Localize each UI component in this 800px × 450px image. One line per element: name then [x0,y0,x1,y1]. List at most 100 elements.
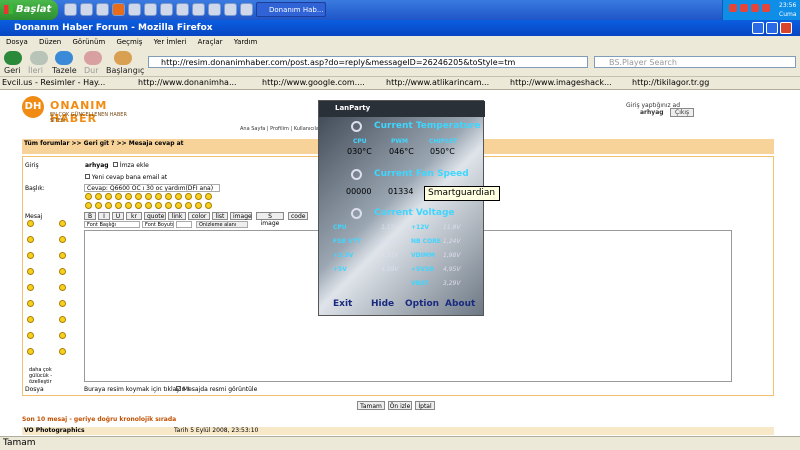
quicklaunch-icon[interactable] [192,3,205,16]
list-button[interactable]: list [212,212,228,220]
quicklaunch-icon[interactable] [240,3,253,16]
back-button[interactable]: Geri [4,66,21,75]
smiley-icon[interactable] [175,193,182,200]
quicklaunch-icon[interactable] [160,3,173,16]
smiley-icon[interactable] [175,202,182,209]
link-button[interactable]: link [168,212,186,220]
taskbar-task[interactable]: Donanım Hab... [256,2,326,17]
maximize-button[interactable] [766,22,778,34]
menu-view[interactable]: Görünüm [72,38,105,46]
forward-button[interactable]: İleri [28,66,43,75]
smiley-icon[interactable] [59,332,66,339]
exit-button[interactable]: Exit [333,299,352,309]
image-button[interactable]: image [230,212,252,220]
smiley-icon[interactable] [155,202,162,209]
bookmark-item[interactable]: http://tikilagor.tr.gg [632,78,709,87]
smiley-icon[interactable] [115,202,122,209]
about-button[interactable]: About [445,299,475,309]
bookmark-item[interactable]: http://www.atlikarincam... [386,78,489,87]
smiley-icon[interactable] [195,193,202,200]
smiley-icon[interactable] [95,202,102,209]
code-button[interactable]: code [288,212,308,220]
home-button[interactable]: Başlangıç [106,66,144,75]
quicklaunch-icon[interactable] [144,3,157,16]
firefox-icon[interactable] [112,3,125,16]
show-image-checkbox[interactable]: Mesajda resmi görüntüle [176,386,257,393]
smiley-icon[interactable] [27,300,34,307]
cancel-button[interactable]: İptal [415,401,435,410]
smiley-icon[interactable] [165,202,172,209]
menu-file[interactable]: Dosya [6,38,28,46]
menu-bookmarks[interactable]: Yer İmleri [154,38,187,46]
menu-help[interactable]: Yardım [234,38,258,46]
menu-history[interactable]: Geçmiş [116,38,142,46]
s-image-button[interactable]: S image [256,212,284,227]
preview-area-button[interactable]: Önizleme alanı [196,221,248,228]
quicklaunch-icon[interactable] [208,3,221,16]
smiley-icon[interactable] [125,193,132,200]
smiley-icon[interactable] [165,193,172,200]
forward-icon[interactable] [30,51,48,65]
bookmark-item[interactable]: http://www.donanimha... [138,78,237,87]
smiley-icon[interactable] [85,202,92,209]
smiley-icon[interactable] [135,193,142,200]
smiley-icon[interactable] [185,202,192,209]
search-input[interactable]: BS.Player Search [594,56,796,68]
quicklaunch-icon[interactable] [176,3,189,16]
smiley-icon[interactable] [195,202,202,209]
menu-tools[interactable]: Araçlar [198,38,223,46]
image-upload-link[interactable]: Buraya resim koymak için tıklayın ! [84,386,190,393]
font-apply[interactable] [176,221,192,228]
size-select[interactable]: Font Boyutu [142,221,174,228]
minimize-button[interactable] [752,22,764,34]
smiley-icon[interactable] [27,220,34,227]
tray-icon[interactable] [751,4,759,12]
hide-button[interactable]: Hide [371,299,394,309]
smiley-icon[interactable] [135,202,142,209]
italic-button[interactable]: I [98,212,110,220]
smiley-icon[interactable] [125,202,132,209]
subject-input[interactable]: Cevap: Q6600 OC ı 30 oc yardım(DFI ana) [84,184,220,192]
smiley-icon[interactable] [145,202,152,209]
smiley-icon[interactable] [105,202,112,209]
quicklaunch-icon[interactable] [96,3,109,16]
submit-button[interactable]: Tamam [357,401,385,410]
smiley-icon[interactable] [85,193,92,200]
smartguardian-window[interactable]: LanParty Current Temperature CPU PWM CHI… [318,100,485,316]
home-icon[interactable] [114,51,132,65]
bookmark-item[interactable]: http://www.imageshack... [510,78,612,87]
quicklaunch-icon[interactable] [224,3,237,16]
close-button[interactable] [780,22,792,34]
smiley-icon[interactable] [205,202,212,209]
smiley-icon[interactable] [59,284,66,291]
tray-icon[interactable] [729,4,737,12]
smiley-icon[interactable] [27,284,34,291]
site-logo[interactable]: DH ONANIM HABER EN ÇOK GÜNCELLENEN HABER… [22,96,142,130]
quicklaunch-icon[interactable] [128,3,141,16]
smiley-icon[interactable] [59,348,66,355]
bookmark-item[interactable]: Evcil.us - Resimler - Hay... [2,78,105,87]
preview-button[interactable]: Ön izle [388,401,412,410]
logout-button[interactable]: Çıkış [670,108,695,117]
smiley-icon[interactable] [27,268,34,275]
underline-button[interactable]: U [112,212,124,220]
stop-icon[interactable] [84,51,102,65]
smiley-icon[interactable] [59,220,66,227]
smiley-icon[interactable] [105,193,112,200]
tray-icon[interactable] [740,4,748,12]
bold-button[interactable]: B [84,212,96,220]
smiley-icon[interactable] [27,236,34,243]
smiley-icon[interactable] [205,193,212,200]
tray-icon[interactable] [762,4,770,12]
url-bar[interactable]: http://resim.donanimhaber.com/post.asp?d… [148,56,588,68]
smiley-icon[interactable] [59,236,66,243]
bookmark-item[interactable]: http://www.google.com.... [262,78,365,87]
option-button[interactable]: Option [405,299,439,309]
quicklaunch-icon[interactable] [80,3,93,16]
smiley-icon[interactable] [95,193,102,200]
smiley-icon[interactable] [59,252,66,259]
kr-button[interactable]: kr [126,212,142,220]
smiley-icon[interactable] [27,332,34,339]
menu-edit[interactable]: Düzen [39,38,61,46]
start-button[interactable]: Başlat [0,0,58,20]
